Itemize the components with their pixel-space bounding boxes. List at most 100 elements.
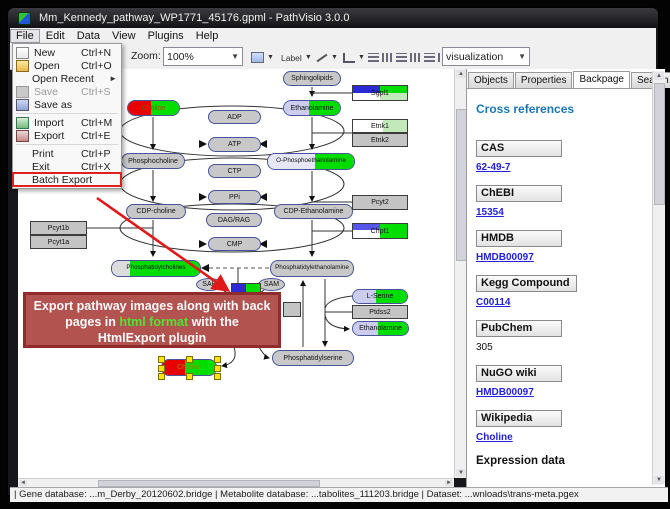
export-icon (16, 130, 29, 142)
node-label: SAM (264, 281, 279, 288)
align-center-x-icon (368, 53, 379, 62)
node-label: Ethanolamine (291, 105, 334, 112)
file-menu-item-print[interactable]: PrintCtrl+P (13, 147, 121, 160)
file-menu-item-import[interactable]: ImportCtrl+M (13, 116, 121, 129)
crossref-link[interactable]: HMDB00097 (476, 252, 653, 263)
sidebar-scroll-thumb[interactable] (654, 83, 665, 205)
menubar-item-plugins[interactable]: Plugins (142, 29, 190, 43)
node-pcyt1a[interactable]: Pcyt1a (30, 235, 87, 249)
label-tool-button[interactable]: Label▼ (278, 47, 315, 68)
node-label: Choline (177, 364, 201, 371)
node-cmp[interactable]: CMP (208, 237, 261, 251)
tab-backpage[interactable]: Backpage (573, 71, 629, 88)
node-phosphatidylserine[interactable]: Phosphatidylserine (272, 350, 354, 366)
none-icon (16, 162, 27, 172)
node-adp[interactable]: ADP (208, 110, 261, 124)
node-l-serine[interactable]: L-Serine (352, 289, 408, 304)
selection-handle[interactable] (186, 373, 193, 380)
node-ptdss2[interactable]: Ptdss2 (352, 305, 408, 319)
crossref-link[interactable]: 62-49-7 (476, 162, 653, 173)
node-label: DAG/RAG (218, 217, 250, 224)
crossref-link[interactable]: 15354 (476, 207, 653, 218)
menubar-item-file[interactable]: File (10, 29, 40, 43)
selection-handle[interactable] (158, 373, 165, 380)
node-ppi[interactable]: PPi (208, 190, 261, 204)
node-pemt-box[interactable] (283, 302, 301, 317)
node-atp[interactable]: ATP (208, 137, 261, 152)
line-tool-button[interactable]: ▼ (313, 47, 341, 68)
selection-handle[interactable] (158, 356, 165, 363)
node-o-phosphoethanolamine[interactable]: O-Phosphoethanolamine (267, 153, 355, 170)
file-menu-item-open-recent[interactable]: Open Recent► (13, 72, 121, 85)
crossref-link[interactable]: Choline (476, 432, 653, 443)
node-etnk2[interactable]: Etnk2 (352, 133, 408, 147)
file-menu-item-save[interactable]: SaveCtrl+S (13, 85, 121, 98)
crossref-link[interactable]: HMDB00097 (476, 387, 653, 398)
selection-handle[interactable] (186, 356, 193, 363)
menubar-item-data[interactable]: Data (71, 29, 106, 43)
node-cdp-choline[interactable]: CDP-choline (126, 204, 186, 219)
chevron-down-icon: ▼ (518, 52, 526, 61)
crossref-section-nugo-wiki: NuGO wikiHMDB00097 (476, 365, 653, 398)
tab-objects[interactable]: Objects (468, 72, 514, 88)
crossref-link[interactable]: C00114 (476, 297, 653, 308)
file-menu-item-new[interactable]: NewCtrl+N (13, 46, 121, 59)
sidebar-scrollbar[interactable]: ▲ ▼ (652, 71, 665, 485)
crossref-title: PubChem (476, 320, 562, 337)
node-sphingolipids[interactable]: Sphingolipids (283, 71, 341, 86)
node-phosphatidylcholines[interactable]: Phosphatidylcholines (111, 260, 201, 277)
node-choline-top[interactable]: Choline (127, 100, 180, 116)
title-bar[interactable]: Mm_Kennedy_pathway_WP1771_45176.gpml - P… (8, 8, 658, 28)
selection-handle[interactable] (158, 365, 165, 372)
node-dag-rag[interactable]: DAG/RAG (206, 213, 262, 227)
scroll-up-icon[interactable]: ▲ (654, 72, 664, 80)
horizontal-scroll-thumb[interactable] (98, 480, 320, 487)
scroll-down-icon[interactable]: ▼ (456, 469, 466, 477)
node-sah[interactable]: SAH (196, 278, 223, 291)
scroll-down-icon[interactable]: ▼ (654, 476, 664, 484)
menu-item-label: Print (32, 148, 81, 160)
node-phosphocholine[interactable]: Phosphocholine (121, 153, 185, 169)
node-ethanolamine-bottom[interactable]: Ethanolamine (352, 321, 409, 336)
scroll-right-icon[interactable]: ► (445, 480, 453, 486)
node-pcyt2[interactable]: Pcyt2 (352, 195, 408, 210)
menu-item-shortcut: Ctrl+O (81, 60, 117, 72)
node-chpt1[interactable]: Chpt1 (352, 223, 408, 239)
zoom-combobox[interactable]: 100%▼ (163, 47, 243, 66)
node-cdp-ethanolamine[interactable]: CDP-Ethanolamine (274, 204, 353, 219)
menubar-item-edit[interactable]: Edit (40, 29, 71, 43)
submenu-arrow-icon: ► (94, 74, 117, 83)
node-ctp[interactable]: CTP (208, 164, 261, 178)
node-pcyt1b[interactable]: Pcyt1b (30, 221, 87, 235)
node-etnk1[interactable]: Etnk1 (352, 119, 408, 133)
menubar-item-help[interactable]: Help (190, 29, 225, 43)
node-label: Etnk2 (371, 137, 389, 144)
selection-handle[interactable] (214, 365, 221, 372)
menubar-item-view[interactable]: View (106, 29, 142, 43)
menu-item-shortcut: Ctrl+X (81, 161, 117, 173)
status-text: | Gene database: ...m_Derby_20120602.bri… (14, 489, 579, 500)
node-sam[interactable]: SAM (258, 278, 285, 291)
file-menu-item-exit[interactable]: ExitCtrl+X (13, 160, 121, 173)
file-menu-item-batch-export[interactable]: Batch Export (13, 173, 121, 186)
scroll-up-icon[interactable]: ▲ (456, 70, 466, 78)
none-icon (16, 149, 27, 159)
node-phosphatidylethanolamine[interactable]: Phosphatidylethanolamine (270, 260, 354, 277)
file-menu-item-export[interactable]: ExportCtrl+E (13, 129, 121, 142)
menu-item-shortcut: Ctrl+S (81, 86, 117, 98)
visualization-combobox[interactable]: visualization▼ (442, 47, 530, 66)
align-center-y-icon (382, 53, 393, 62)
selection-handle[interactable] (214, 373, 221, 380)
selection-handle[interactable] (214, 356, 221, 363)
crossref-section-wikipedia: WikipediaCholine (476, 410, 653, 443)
scroll-left-icon[interactable]: ◄ (19, 480, 27, 486)
node-label: ATP (228, 141, 241, 148)
connector-tool-button[interactable]: ▼ (340, 47, 368, 68)
node-ethanolamine-top[interactable]: Ethanolamine (283, 100, 341, 116)
file-menu-item-save-as[interactable]: Save as (13, 98, 121, 111)
node-sgpl1[interactable]: Sgpl1 (352, 85, 408, 101)
datanode-tool-button[interactable]: ▼ (248, 47, 277, 68)
file-menu-item-open[interactable]: OpenCtrl+O (13, 59, 121, 72)
tab-properties[interactable]: Properties (515, 72, 573, 88)
node-label: L-Serine (367, 293, 393, 300)
